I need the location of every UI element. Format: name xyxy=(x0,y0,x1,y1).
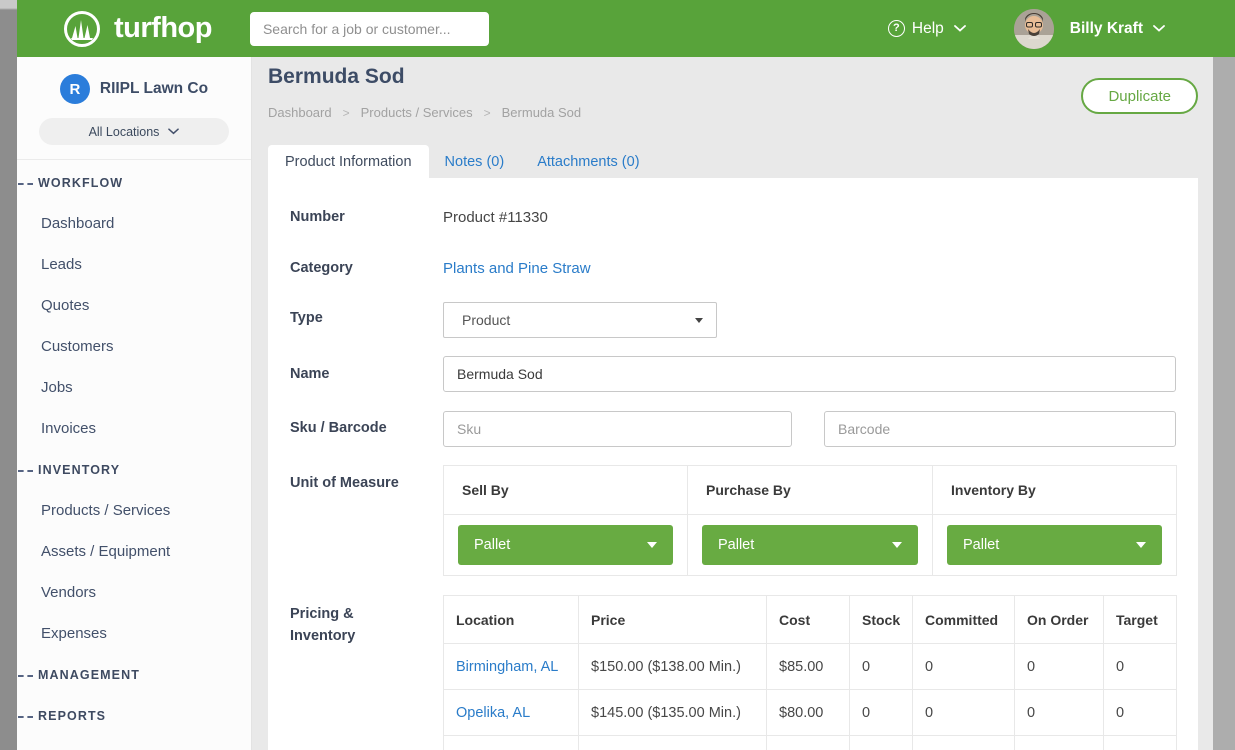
turfhop-grass-logo-icon xyxy=(62,9,102,49)
uom-col-sell-by: Sell By xyxy=(444,466,688,515)
tab-bar: Product Information Notes (0) Attachment… xyxy=(268,145,640,179)
help-icon: ? xyxy=(888,20,905,37)
type-label: Type xyxy=(290,310,323,326)
sidebar-item-quotes[interactable]: Quotes xyxy=(17,285,251,326)
sidebar-section-reports[interactable]: REPORTS xyxy=(17,695,251,736)
location-link[interactable]: Opelika, AL xyxy=(444,690,579,736)
chevron-down-icon xyxy=(168,128,179,135)
sidebar-item-leads[interactable]: Leads xyxy=(17,244,251,285)
sidebar-item-assets-equipment[interactable]: Assets / Equipment xyxy=(17,531,251,572)
section-dash-icon xyxy=(18,675,33,677)
pricing-header-row: Location Price Cost Stock Committed On O… xyxy=(444,596,1177,644)
table-row: Birmingham, AL $150.00 ($138.00 Min.) $8… xyxy=(444,644,1177,690)
top-navbar: turfhop ? Help xyxy=(0,0,1235,57)
window-edge-strip xyxy=(0,0,17,750)
sidebar-item-expenses[interactable]: Expenses xyxy=(17,613,251,654)
dropdown-caret-icon xyxy=(1136,542,1146,548)
vertical-scrollbar[interactable] xyxy=(1213,57,1235,750)
sell-by-dropdown[interactable]: Pallet xyxy=(458,525,673,565)
dropdown-caret-icon xyxy=(647,542,657,548)
user-menu[interactable]: Billy Kraft xyxy=(1014,9,1165,49)
company-logo: R xyxy=(60,74,90,104)
breadcrumb-separator: > xyxy=(484,106,491,120)
table-row: Opelika, AL $145.00 ($135.00 Min.) $80.0… xyxy=(444,690,1177,736)
sidebar-item-invoices[interactable]: Invoices xyxy=(17,408,251,449)
main-content: Bermuda Sod Dashboard > Products / Servi… xyxy=(252,57,1235,750)
chevron-down-icon xyxy=(954,25,966,32)
section-dash-icon xyxy=(18,716,33,718)
sku-barcode-label: Sku / Barcode xyxy=(290,420,387,436)
breadcrumb-current: Bermuda Sod xyxy=(502,105,582,120)
help-menu[interactable]: ? Help xyxy=(888,20,966,38)
tab-product-information[interactable]: Product Information xyxy=(268,145,429,179)
breadcrumb-products-services[interactable]: Products / Services xyxy=(361,105,473,120)
app-window: turfhop ? Help xyxy=(0,0,1235,750)
tab-notes[interactable]: Notes (0) xyxy=(445,145,505,179)
breadcrumb: Dashboard > Products / Services > Bermud… xyxy=(268,105,581,120)
sidebar-item-dashboard[interactable]: Dashboard xyxy=(17,203,251,244)
location-link[interactable]: Birmingham, AL xyxy=(444,644,579,690)
global-search-input[interactable] xyxy=(250,12,489,46)
product-info-panel: Number Product #11330 Category Plants an… xyxy=(268,178,1198,750)
page-title: Bermuda Sod xyxy=(268,65,405,89)
company-name: RIIPL Lawn Co xyxy=(100,80,208,98)
table-row-partial xyxy=(444,736,1177,750)
section-dash-icon xyxy=(18,470,33,472)
unit-of-measure-table: Sell By Purchase By Inventory By Pallet … xyxy=(443,465,1177,576)
barcode-input[interactable] xyxy=(824,411,1176,447)
pricing-inventory-table: Location Price Cost Stock Committed On O… xyxy=(443,595,1177,750)
name-label: Name xyxy=(290,366,330,382)
sidebar-item-jobs[interactable]: Jobs xyxy=(17,367,251,408)
sidebar-section-workflow[interactable]: WORKFLOW xyxy=(17,162,251,203)
category-label: Category xyxy=(290,260,353,276)
user-name: Billy Kraft xyxy=(1070,20,1143,38)
sidebar-section-inventory[interactable]: INVENTORY xyxy=(17,449,251,490)
inventory-by-dropdown[interactable]: Pallet xyxy=(947,525,1162,565)
sidebar-nav: WORKFLOW Dashboard Leads Quotes Customer… xyxy=(17,160,251,736)
purchase-by-dropdown[interactable]: Pallet xyxy=(702,525,918,565)
chevron-down-icon xyxy=(1153,25,1165,32)
section-dash-icon xyxy=(18,183,33,185)
dropdown-caret-icon xyxy=(892,542,902,548)
breadcrumb-dashboard[interactable]: Dashboard xyxy=(268,105,332,120)
brand-name[interactable]: turfhop xyxy=(114,12,212,45)
uom-col-inventory-by: Inventory By xyxy=(933,466,1177,515)
unit-of-measure-label: Unit of Measure xyxy=(290,475,399,491)
number-value: Product #11330 xyxy=(443,209,548,226)
uom-col-purchase-by: Purchase By xyxy=(688,466,933,515)
name-input[interactable] xyxy=(443,356,1176,392)
sidebar-item-customers[interactable]: Customers xyxy=(17,326,251,367)
category-link[interactable]: Plants and Pine Straw xyxy=(443,260,591,277)
sidebar-item-products-services[interactable]: Products / Services xyxy=(17,490,251,531)
tab-attachments[interactable]: Attachments (0) xyxy=(537,145,639,179)
sidebar: R RIIPL Lawn Co All Locations WORKFLOW D… xyxy=(17,57,252,750)
duplicate-button[interactable]: Duplicate xyxy=(1081,78,1198,114)
breadcrumb-separator: > xyxy=(343,106,350,120)
user-avatar xyxy=(1014,9,1054,49)
pricing-inventory-label: Pricing & Inventory xyxy=(290,603,390,647)
sidebar-item-vendors[interactable]: Vendors xyxy=(17,572,251,613)
number-label: Number xyxy=(290,209,345,225)
sidebar-company-header: R RIIPL Lawn Co All Locations xyxy=(17,57,251,160)
select-caret-icon xyxy=(695,318,703,323)
type-select[interactable]: Product xyxy=(443,302,717,338)
sidebar-section-management[interactable]: MANAGEMENT xyxy=(17,654,251,695)
sku-input[interactable] xyxy=(443,411,792,447)
location-filter-dropdown[interactable]: All Locations xyxy=(39,118,229,145)
